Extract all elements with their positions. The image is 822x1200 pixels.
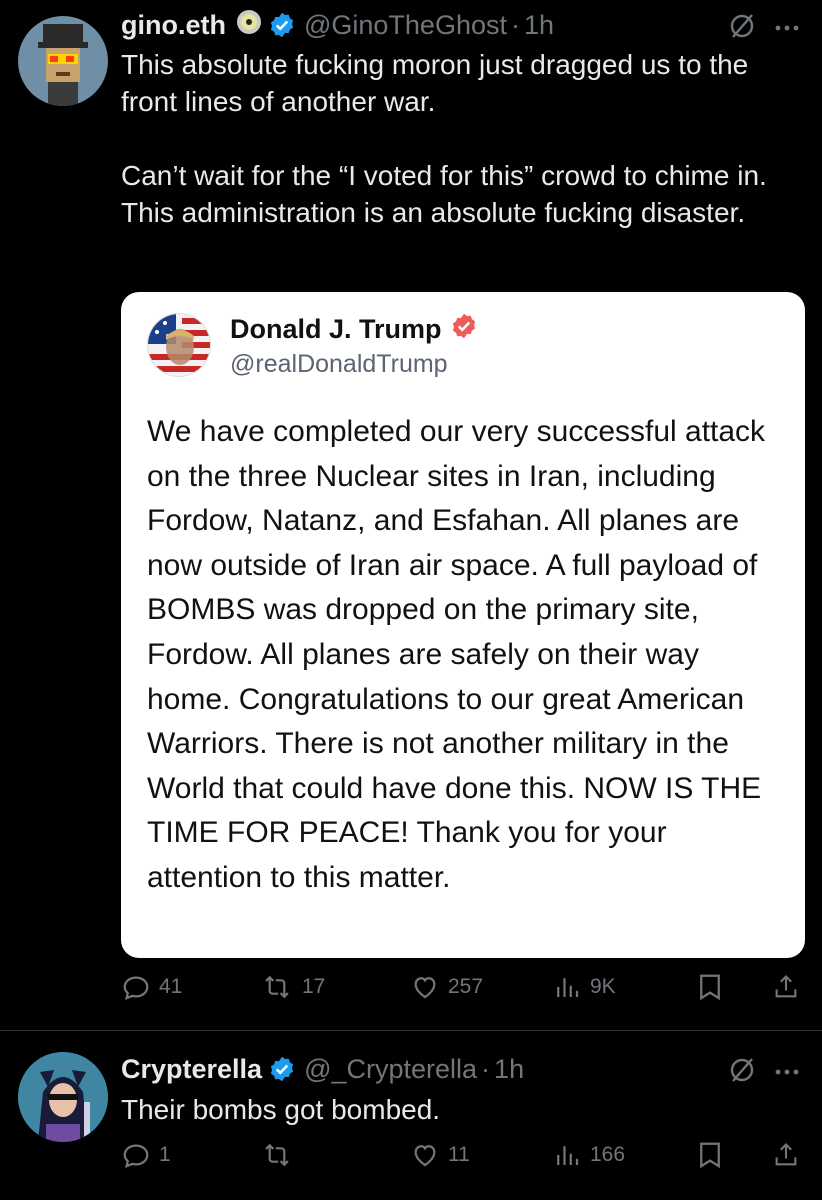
display-name[interactable]: Crypterella <box>121 1054 262 1085</box>
grok-icon[interactable] <box>728 1056 756 1089</box>
quote-header: Donald J. Trump <box>230 312 478 347</box>
like-count: 257 <box>448 975 484 998</box>
more-icon[interactable] <box>774 1064 800 1082</box>
separator-dot: · <box>511 9 520 40</box>
reply-count: 1 <box>159 1143 171 1166</box>
reply-icon <box>121 972 151 1002</box>
more-icon[interactable] <box>774 20 800 38</box>
repost-button[interactable]: 17 <box>260 972 325 1002</box>
tweet-top-icons <box>728 1056 800 1089</box>
share-icon <box>772 972 800 1002</box>
views-count: 9K <box>590 975 616 998</box>
avatar-crypterella[interactable] <box>18 1052 108 1142</box>
share-icon <box>772 1140 800 1170</box>
quote-handle[interactable]: @realDonaldTrump <box>230 350 448 379</box>
cd-icon <box>236 9 262 42</box>
like-icon <box>410 1140 440 1170</box>
like-button[interactable]: 257 <box>410 972 483 1002</box>
repost-icon <box>260 1140 294 1170</box>
display-name[interactable]: gino.eth <box>121 10 226 41</box>
tweet-header: gino.eth @GinoTheGhost · 1h <box>121 8 554 42</box>
verified-badge <box>268 1055 296 1083</box>
tweet-top-icons <box>728 12 800 45</box>
avatar-gino[interactable] <box>18 16 108 106</box>
separator-dot: · <box>481 1053 491 1084</box>
verified-badge <box>268 11 296 39</box>
views-icon <box>552 1140 582 1170</box>
timestamp[interactable]: 1h <box>524 10 554 41</box>
views-count: 166 <box>590 1143 626 1166</box>
share-button[interactable] <box>772 972 800 1002</box>
reply-button[interactable]: 1 <box>121 1140 171 1170</box>
repost-icon <box>260 972 294 1002</box>
tweet-text: Their bombs got bombed. <box>121 1094 441 1125</box>
tweet-header: Crypterella @_Crypterella · 1h <box>121 1052 524 1086</box>
repost-button[interactable] <box>260 1140 302 1170</box>
tweet-paragraph: This absolute fucking moron just dragged… <box>121 49 749 117</box>
quote-display-name[interactable]: Donald J. Trump <box>230 314 442 345</box>
verified-badge <box>450 312 478 347</box>
share-button[interactable] <box>772 1140 800 1170</box>
bookmark-button[interactable] <box>697 1140 723 1170</box>
timestamp[interactable]: 1h <box>494 1054 524 1085</box>
tweet-text: This absolute fucking moron just dragged… <box>121 46 811 231</box>
reply-icon <box>121 1140 151 1170</box>
tweet-actions: 41 17 257 9K <box>0 972 822 1012</box>
repost-count: 17 <box>302 975 326 998</box>
bookmark-icon <box>697 972 723 1002</box>
like-count: 11 <box>448 1143 470 1166</box>
reply-count: 41 <box>159 975 183 998</box>
grok-icon[interactable] <box>728 12 756 45</box>
handle[interactable]: @_Crypterella <box>304 1054 477 1085</box>
reply-button[interactable]: 41 <box>121 972 182 1002</box>
handle[interactable]: @GinoTheGhost <box>304 10 507 41</box>
avatar-trump[interactable] <box>147 313 211 377</box>
like-button[interactable]: 11 <box>410 1140 470 1170</box>
bookmark-icon <box>697 1140 723 1170</box>
views-button[interactable]: 9K <box>552 972 616 1002</box>
tweet-actions: 1 11 166 <box>0 1140 822 1180</box>
tweet-divider <box>0 1030 822 1031</box>
tweet-paragraph: Can’t wait for the “I voted for this” cr… <box>121 160 767 228</box>
like-icon <box>410 972 440 1002</box>
bookmark-button[interactable] <box>697 972 723 1002</box>
views-icon <box>552 972 582 1002</box>
views-button[interactable]: 166 <box>552 1140 625 1170</box>
quote-text: We have completed our very successful at… <box>147 415 766 894</box>
